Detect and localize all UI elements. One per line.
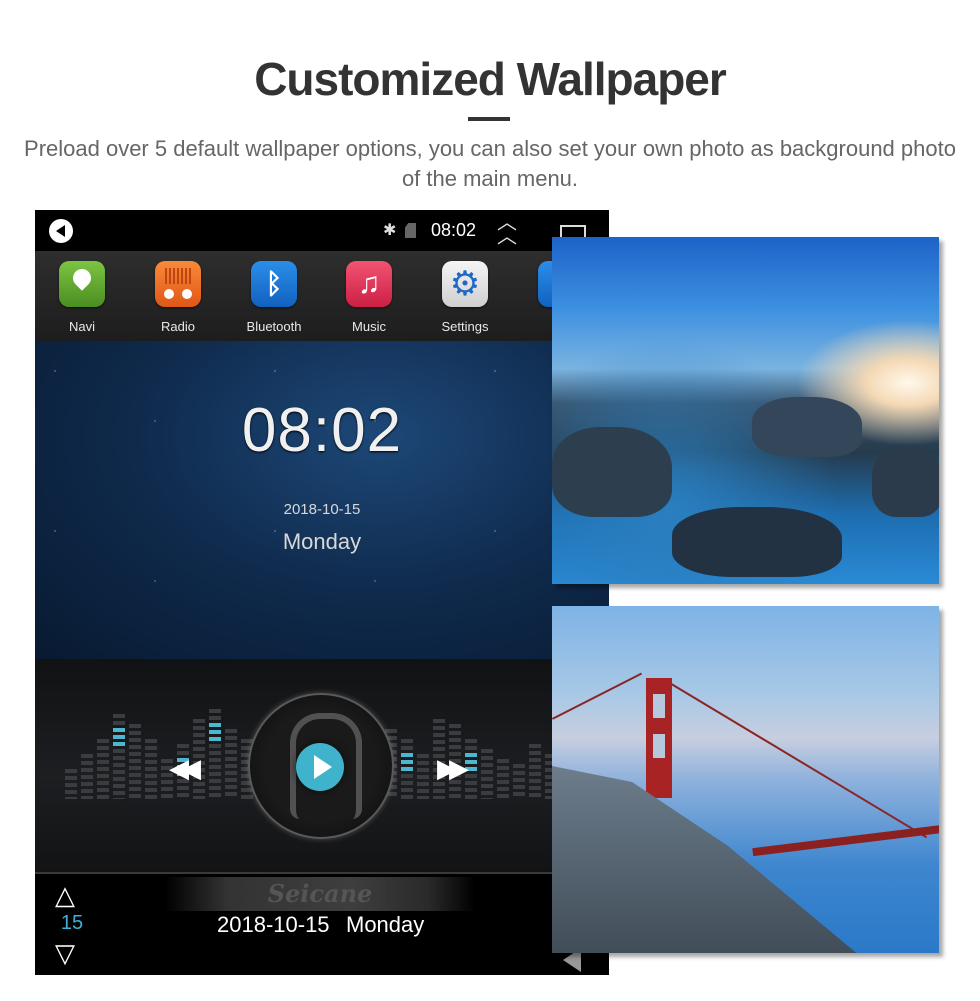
bridge-cable <box>668 682 928 839</box>
app-navi[interactable]: Navi <box>42 261 122 334</box>
radio-icon <box>155 261 201 307</box>
next-track-button[interactable]: ▶▶ <box>437 753 469 784</box>
app-music[interactable]: ♫ Music <box>329 261 409 334</box>
starfield <box>35 341 609 659</box>
equalizer-bar <box>529 744 541 799</box>
no-sim-icon <box>405 223 416 238</box>
head-unit-screen: ✱ 08:02 ︿ ︿ Navi Radio ᛒ Bluetooth ♫ Musi… <box>35 210 609 975</box>
scroll-up-button[interactable]: △ <box>55 880 75 911</box>
title-divider <box>468 117 510 121</box>
app-bluetooth[interactable]: ᛒ Bluetooth <box>234 261 314 334</box>
music-note-icon: ♫ <box>346 261 392 307</box>
equalizer-bar <box>97 739 109 799</box>
status-bar: ✱ 08:02 ︿ ︿ <box>35 210 609 251</box>
equalizer-bar <box>225 729 237 799</box>
bottom-bar: △ 15 ▽ Seicane 2018-10-15 Monday <box>35 872 609 975</box>
equalizer-bar <box>401 739 413 799</box>
equalizer-bar <box>481 749 493 799</box>
clock-day: Monday <box>282 529 362 554</box>
bottom-date: 2018-10-15 <box>217 912 330 937</box>
rock <box>672 507 842 577</box>
equalizer-bar-highlight <box>465 753 477 771</box>
location-pin-icon <box>59 261 105 307</box>
equalizer-bar-highlight <box>401 753 413 771</box>
app-label: Music <box>352 319 386 334</box>
app-label: Bluetooth <box>246 319 302 334</box>
wallpaper-clock-widget[interactable]: 08:02 2018-10-15 Monday <box>35 341 609 659</box>
app-radio[interactable]: Radio <box>138 261 218 334</box>
equalizer-bar <box>65 769 77 799</box>
rock <box>752 397 862 457</box>
scroll-down-button[interactable]: ▽ <box>55 938 75 969</box>
rock <box>552 427 672 517</box>
equalizer-bar <box>513 764 525 799</box>
app-label: Settings <box>441 319 489 334</box>
bluetooth-status-icon: ✱ <box>383 222 397 239</box>
equalizer-bar <box>81 754 93 799</box>
golden-gate-bridge-wallpaper <box>552 606 939 953</box>
rock <box>872 447 939 517</box>
brand-strip: Seicane <box>165 877 475 911</box>
equalizer-bar <box>497 759 509 799</box>
ice-cave-wallpaper <box>552 237 939 584</box>
clock-date: 2018-10-15 <box>283 501 361 518</box>
bottom-day: Monday <box>346 912 425 937</box>
app-label: Navi <box>68 319 95 334</box>
previous-track-button[interactable]: ◀◀ <box>169 753 201 784</box>
equalizer-bar <box>113 714 125 799</box>
equalizer-bar <box>417 754 429 799</box>
volume-icon[interactable] <box>49 219 73 243</box>
equalizer-bar <box>209 709 221 799</box>
equalizer-bar <box>145 739 157 799</box>
music-player-widget: ◀◀ ▶▶ <box>35 659 609 872</box>
equalizer-bar-highlight <box>209 723 221 741</box>
app-label: Radio <box>161 319 195 334</box>
bridge-cable <box>552 672 643 720</box>
status-time: 08:02 <box>431 220 477 240</box>
gear-icon: ⚙ <box>442 261 488 307</box>
play-button[interactable] <box>296 743 344 791</box>
equalizer-bar-highlight <box>113 728 125 746</box>
equalizer-bar <box>465 739 477 799</box>
clock-time: 08:02 <box>241 396 403 465</box>
bluetooth-icon: ᛒ <box>251 261 297 307</box>
album-disc <box>248 693 394 839</box>
bridge-deck <box>752 823 939 857</box>
app-settings[interactable]: ⚙ Settings <box>425 261 505 334</box>
double-chevron-up-icon[interactable]: ︿ ︿ <box>497 213 517 247</box>
brand-logo: Seicane <box>267 879 373 908</box>
app-dock: Navi Radio ᛒ Bluetooth ♫ Music ⚙ Setting… <box>35 251 609 355</box>
equalizer-bar <box>193 719 205 799</box>
page-subtitle: Preload over 5 default wallpaper options… <box>24 136 956 191</box>
day-number: 15 <box>60 912 84 934</box>
page-title: Customized Wallpaper <box>254 53 727 105</box>
hillside <box>552 766 872 953</box>
equalizer-bar <box>129 724 141 799</box>
bridge-tower <box>646 678 672 798</box>
